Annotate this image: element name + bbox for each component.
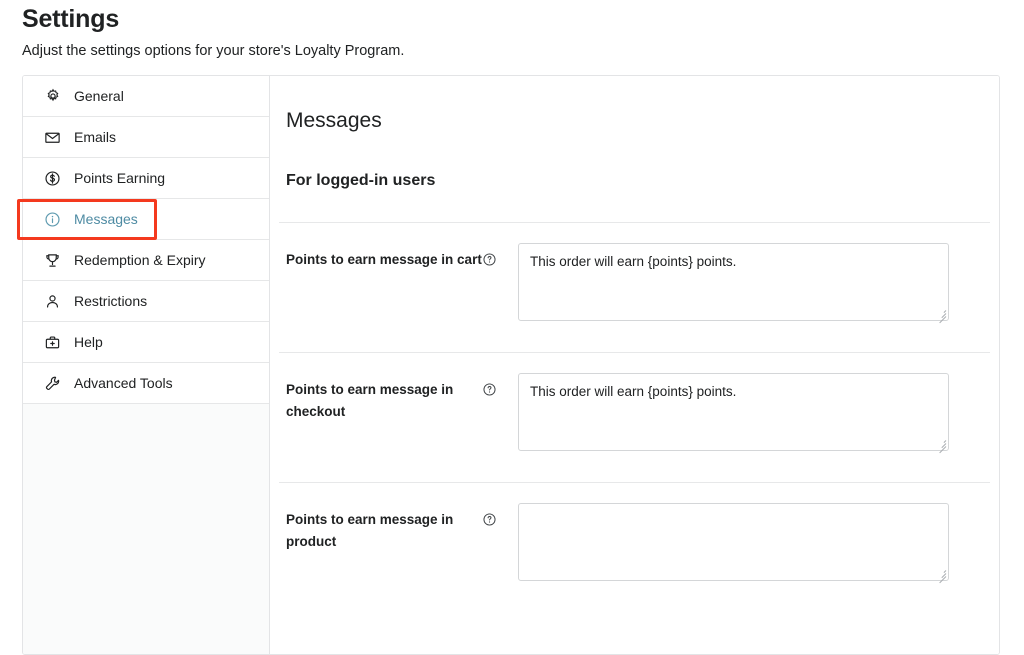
- textarea-wrapper: [518, 243, 949, 324]
- sidebar-item-label: Restrictions: [74, 293, 148, 309]
- sidebar-item-label: Messages: [74, 211, 138, 227]
- sidebar-empty-space: [23, 404, 269, 654]
- question-circle-icon[interactable]: [482, 252, 497, 267]
- sidebar-item-advanced-tools[interactable]: Advanced Tools: [23, 363, 269, 404]
- sidebar-item-label: Advanced Tools: [74, 375, 173, 391]
- sidebar-item-emails[interactable]: Emails: [23, 117, 269, 158]
- section-title: For logged-in users: [286, 172, 436, 189]
- textarea-wrapper: [518, 503, 949, 584]
- settings-content: Messages For logged-in users Points to e…: [270, 76, 999, 654]
- sidebar-item-redemption-expiry[interactable]: Redemption & Expiry: [23, 240, 269, 281]
- page-title: Settings: [22, 5, 120, 33]
- dollar-circle-icon: [44, 170, 61, 187]
- points-checkout-message-input[interactable]: [518, 373, 949, 451]
- field-row: Points to earn message in checkout: [270, 353, 999, 454]
- page-subtitle: Adjust the settings options for your sto…: [22, 43, 405, 59]
- textarea-wrapper: [518, 373, 949, 454]
- settings-card: General Emails Points Earning Messages R…: [22, 75, 1000, 655]
- settings-sidebar: General Emails Points Earning Messages R…: [23, 76, 270, 654]
- person-icon: [44, 293, 61, 310]
- question-circle-icon[interactable]: [482, 382, 497, 397]
- sidebar-item-general[interactable]: General: [23, 76, 269, 117]
- sidebar-item-points-earning[interactable]: Points Earning: [23, 158, 269, 199]
- content-title: Messages: [286, 109, 382, 132]
- points-product-message-input[interactable]: [518, 503, 949, 581]
- sidebar-item-label: General: [74, 88, 124, 104]
- trophy-icon: [44, 252, 61, 269]
- gear-icon: [44, 88, 61, 105]
- sidebar-item-label: Emails: [74, 129, 117, 145]
- field-label: Points to earn message in cart: [286, 252, 482, 267]
- sidebar-item-restrictions[interactable]: Restrictions: [23, 281, 269, 322]
- question-circle-icon[interactable]: [482, 512, 497, 527]
- wrench-icon: [44, 375, 61, 392]
- sidebar-item-label: Help: [74, 334, 103, 350]
- sidebar-item-label: Redemption & Expiry: [74, 252, 206, 268]
- points-cart-message-input[interactable]: [518, 243, 949, 321]
- sidebar-item-messages[interactable]: Messages: [23, 199, 269, 240]
- info-circle-icon: [44, 211, 61, 228]
- field-label: Points to earn message in checkout: [286, 382, 454, 419]
- envelope-icon: [44, 129, 61, 146]
- page-header: Settings Adjust the settings options for…: [22, 0, 1002, 61]
- field-row: Points to earn message in cart: [270, 223, 999, 324]
- field-label: Points to earn message in product: [286, 512, 454, 549]
- field-row: Points to earn message in product: [270, 483, 999, 584]
- first-aid-kit-icon: [44, 334, 61, 351]
- sidebar-item-label: Points Earning: [74, 170, 166, 186]
- sidebar-item-help[interactable]: Help: [23, 322, 269, 363]
